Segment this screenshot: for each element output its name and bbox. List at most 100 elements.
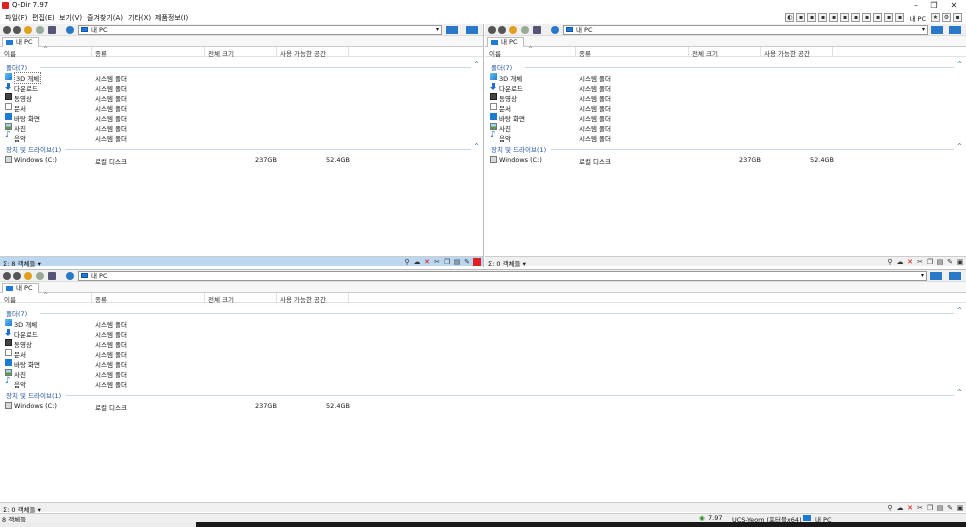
col-free[interactable]: 사용 가능한 공간 [280, 294, 326, 304]
list-item[interactable]: 문서 시스템 폴더 [0, 348, 966, 359]
list-item[interactable]: 다운로드 시스템 폴더 [0, 82, 483, 93]
col-separator[interactable] [204, 293, 205, 303]
col-total[interactable]: 전체 크기 [208, 48, 234, 58]
address-bar[interactable]: 내 PC ▾ [563, 25, 928, 35]
settings-icon[interactable]: ⚙ [942, 13, 951, 22]
collapse-caret-icon[interactable]: ^ [957, 61, 962, 68]
up-folder-icon[interactable] [24, 26, 32, 34]
copy-icon[interactable]: ❐ [926, 258, 934, 266]
delete-icon[interactable]: ✕ [906, 504, 914, 512]
layout-6-icon[interactable]: ▪ [851, 13, 861, 22]
layout-toggle-button[interactable] [466, 26, 478, 34]
col-total[interactable]: 전체 크기 [208, 294, 234, 304]
close-button[interactable]: ✕ [944, 0, 964, 11]
layout-10-icon[interactable]: ▪ [895, 13, 905, 22]
list-item[interactable]: Windows (C:) 로컬 디스크 237GB 52.4GB [485, 155, 966, 166]
list-item[interactable]: 다운로드 시스템 폴더 [485, 82, 966, 93]
col-separator[interactable] [276, 47, 277, 57]
menu-info[interactable]: 제품정보(I) [155, 13, 188, 23]
list-item[interactable]: 동영상 시스템 폴더 [485, 92, 966, 103]
back-icon[interactable] [3, 26, 11, 34]
menu-edit[interactable]: 편집(E) [32, 13, 55, 23]
paste-icon[interactable]: ▤ [936, 504, 944, 512]
filter-icon[interactable]: ⚲ [886, 504, 894, 512]
list-item[interactable]: 바탕 화면 시스템 폴더 [485, 112, 966, 123]
layout-7-icon[interactable]: ▪ [862, 13, 872, 22]
paste-icon[interactable]: ▤ [453, 258, 461, 266]
col-total[interactable]: 전체 크기 [692, 48, 718, 58]
col-type[interactable]: 종류 [95, 294, 107, 304]
copy-icon[interactable]: ❐ [443, 258, 451, 266]
group-folders[interactable]: 폴더(7) ^ [0, 307, 966, 318]
col-free[interactable]: 사용 가능한 공간 [764, 48, 810, 58]
copy-icon[interactable]: ❐ [926, 504, 934, 512]
cloud-icon[interactable]: ☁ [413, 258, 421, 266]
refresh-icon[interactable] [66, 272, 74, 280]
collapse-caret-icon[interactable]: ^ [957, 307, 962, 314]
list-item[interactable]: 바탕 화면 시스템 폴더 [0, 112, 483, 123]
cut-icon[interactable]: ✂ [916, 258, 924, 266]
menu-file[interactable]: 파일(F) [5, 13, 27, 23]
view-toggle-button[interactable] [446, 26, 458, 34]
col-name[interactable]: 이름 [4, 48, 16, 58]
list-item[interactable]: 동영상 시스템 폴더 [0, 338, 966, 349]
minimize-button[interactable]: – [906, 0, 926, 11]
status-text[interactable]: Σ: 8 객체들 ▾ [3, 258, 41, 268]
col-name[interactable]: 이름 [4, 294, 16, 304]
col-separator[interactable] [204, 47, 205, 57]
list-item[interactable]: 음악 시스템 폴더 [485, 130, 966, 143]
layout-4-icon[interactable]: ▪ [829, 13, 839, 22]
collapse-caret-icon[interactable]: ^ [474, 61, 479, 68]
collapse-caret-icon[interactable]: ^ [957, 143, 962, 150]
filter-icon[interactable]: ⚲ [886, 258, 894, 266]
col-separator[interactable] [688, 47, 689, 57]
edit-icon[interactable]: ✎ [946, 258, 954, 266]
refresh-icon[interactable] [551, 26, 559, 34]
cloud-icon[interactable]: ☁ [896, 504, 904, 512]
chevron-down-icon[interactable]: ▾ [921, 272, 924, 280]
paste-icon[interactable]: ▤ [936, 258, 944, 266]
col-separator[interactable] [348, 293, 349, 303]
view-mode-icon[interactable] [533, 26, 541, 34]
list-item[interactable]: 사진 시스템 폴더 [0, 368, 966, 379]
col-type[interactable]: 종류 [579, 48, 591, 58]
col-separator[interactable] [348, 47, 349, 57]
edit-icon[interactable]: ✎ [463, 258, 471, 266]
collapse-caret-icon[interactable]: ^ [474, 143, 479, 150]
list-item[interactable]: 동영상 시스템 폴더 [0, 92, 483, 103]
group-devices[interactable]: 장치 및 드라이브(1) ^ [0, 389, 966, 400]
chevron-down-icon[interactable]: ▾ [922, 26, 925, 34]
refresh-icon[interactable] [66, 26, 74, 34]
tab-my-pc[interactable]: 내 PC [2, 283, 39, 293]
list-item[interactable]: 문서 시스템 폴더 [485, 102, 966, 113]
tab-my-pc[interactable]: 내 PC [2, 37, 39, 47]
col-separator[interactable] [276, 293, 277, 303]
layout-toggle-button[interactable] [949, 272, 961, 280]
cloud-icon[interactable]: ☁ [896, 258, 904, 266]
properties-icon[interactable]: ▣ [956, 258, 964, 266]
globe-icon[interactable]: ◐ [785, 13, 795, 22]
group-folders[interactable]: 폴더(7) ^ [0, 61, 483, 72]
list-item[interactable]: 3D 개체 시스템 폴더 [0, 318, 966, 329]
cut-icon[interactable]: ✂ [916, 504, 924, 512]
up-folder-icon[interactable] [24, 272, 32, 280]
chevron-down-icon[interactable]: ▾ [436, 26, 439, 34]
address-bar[interactable]: 내 PC ▾ [78, 25, 442, 35]
forward-icon[interactable] [498, 26, 506, 34]
layout-toggle-icon[interactable]: ▪ [953, 13, 962, 22]
view-mode-icon[interactable] [48, 272, 56, 280]
group-folders[interactable]: 폴더(7) ^ [485, 61, 966, 72]
up-folder-icon[interactable] [509, 26, 517, 34]
group-devices[interactable]: 장치 및 드라이브(1) ^ [0, 143, 483, 154]
properties-icon[interactable]: ▣ [956, 504, 964, 512]
col-separator[interactable] [91, 293, 92, 303]
new-folder-icon[interactable] [36, 272, 44, 280]
status-text[interactable]: Σ: 0 객체들 ▾ [488, 258, 526, 268]
filter-icon[interactable]: ⚲ [403, 258, 411, 266]
menu-extras[interactable]: 기타(X) [128, 13, 151, 23]
col-separator[interactable] [832, 47, 833, 57]
menu-favorites[interactable]: 즐겨찾기(A) [87, 13, 123, 23]
properties-icon[interactable] [473, 258, 481, 266]
new-folder-icon[interactable] [36, 26, 44, 34]
edit-icon[interactable]: ✎ [946, 504, 954, 512]
